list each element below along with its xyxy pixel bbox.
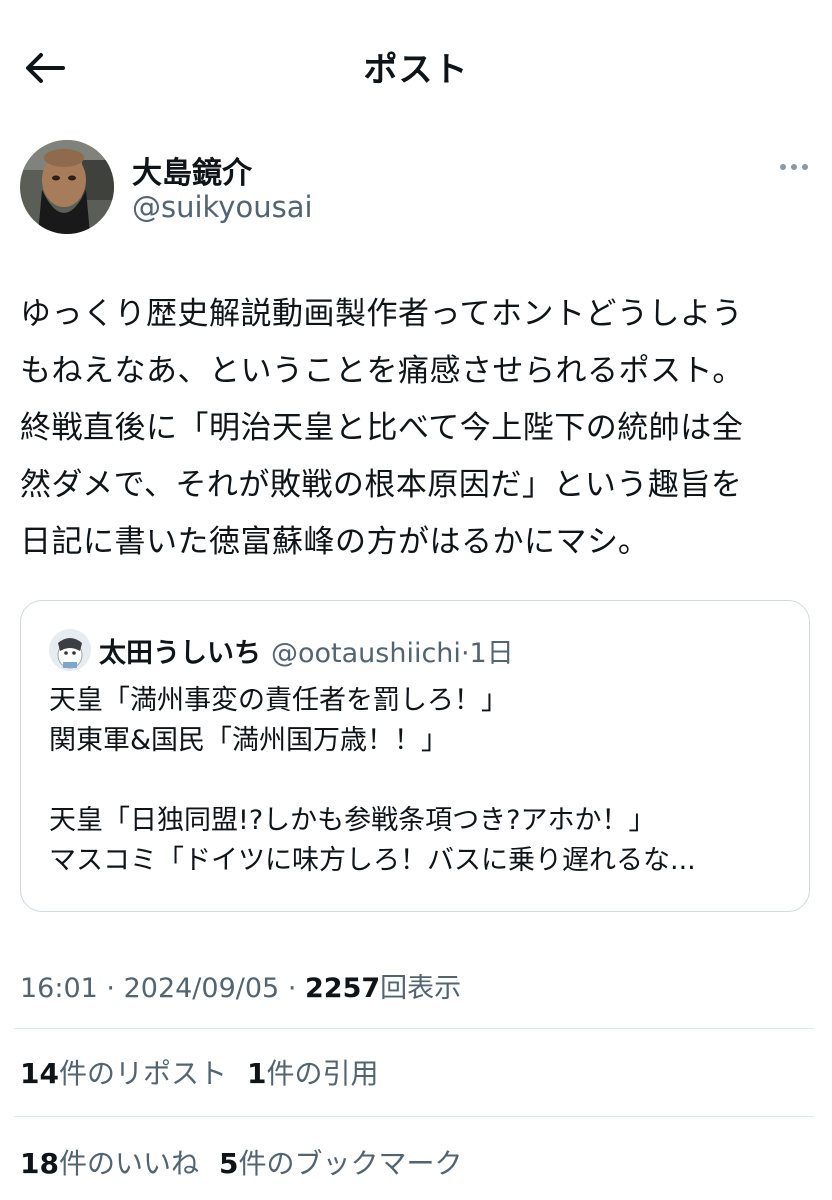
quoted-post-time: 1日 xyxy=(469,638,514,669)
bookmarks-count: 5 xyxy=(218,1147,239,1180)
repost-stats-row: 14件のリポスト 1件の引用 xyxy=(20,1052,398,1092)
like-stats-row: 18件のいいね 5件のブックマーク xyxy=(20,1142,482,1182)
post-detail-page: ポスト 大島鏡介 @suikyousai ゆっくり歴史解説動画製作者ってホントど… xyxy=(0,0,832,1200)
page-title: ポスト xyxy=(363,50,469,90)
post-date[interactable]: 2024/09/05 xyxy=(124,973,280,1004)
quotes-stat[interactable]: 1件の引用 xyxy=(247,1052,379,1092)
more-horizontal-icon xyxy=(780,164,808,170)
meta-separator: · xyxy=(106,973,115,1004)
reposts-label: 件のリポスト xyxy=(58,1057,227,1090)
post-text: ゆっくり歴史解説動画製作者ってホントどうしよう もねえなあ、ということを痛感させ… xyxy=(20,296,744,560)
views-label: 回表示 xyxy=(380,973,462,1004)
quotes-label: 件の引用 xyxy=(266,1057,379,1090)
divider xyxy=(14,1116,814,1117)
likes-stat[interactable]: 18件のいいね xyxy=(20,1142,199,1182)
post-time: 16:01 xyxy=(20,973,98,1004)
quoted-post-header: 太田うしいち @ootaushiichi·1日 xyxy=(99,631,514,670)
top-bar: ポスト xyxy=(0,0,832,130)
views-count: 2257 xyxy=(305,973,381,1004)
author-avatar[interactable] xyxy=(20,140,114,234)
author-handle[interactable]: @suikyousai xyxy=(132,190,313,224)
quoted-separator: · xyxy=(460,638,470,669)
likes-label: 件のいいね xyxy=(58,1147,199,1180)
reposts-stat[interactable]: 14件のリポスト xyxy=(20,1052,227,1092)
quoted-author-avatar xyxy=(49,629,91,671)
quoted-post-card[interactable]: 太田うしいち @ootaushiichi·1日 天皇「満州事変の責任者を罰しろ！」… xyxy=(20,600,810,912)
divider xyxy=(14,1028,814,1029)
more-options-button[interactable] xyxy=(772,152,816,182)
likes-count: 18 xyxy=(20,1147,59,1180)
author-name[interactable]: 大島鏡介 xyxy=(132,148,252,192)
quotes-count: 1 xyxy=(246,1057,267,1090)
bookmarks-stat[interactable]: 5件のブックマーク xyxy=(219,1142,463,1182)
post-meta: 16:01 · 2024/09/05 · 2257回表示 xyxy=(20,966,461,1005)
reposts-count: 14 xyxy=(20,1057,59,1090)
bookmarks-label: 件のブックマーク xyxy=(238,1147,463,1180)
meta-separator: · xyxy=(287,973,297,1004)
quoted-author-handle: @ootaushiichi xyxy=(271,638,461,669)
quoted-author-name: 太田うしいち xyxy=(99,638,261,669)
quoted-post-text: 天皇「満州事変の責任者を罰しろ！」 関東軍&国民「満州国万歳！！」 天皇「日独同… xyxy=(49,685,696,876)
